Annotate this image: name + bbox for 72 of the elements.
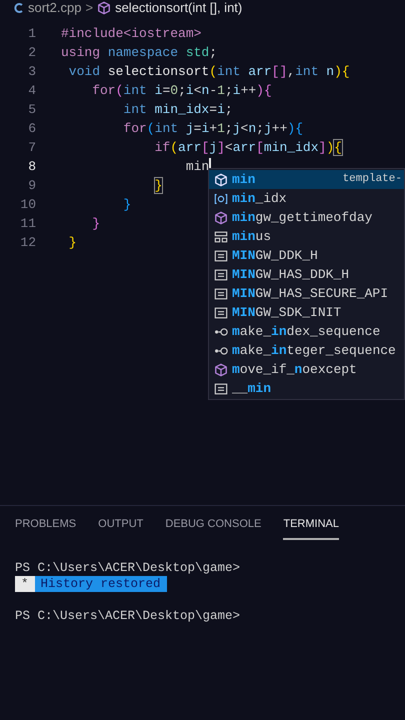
code-line: min: [184, 158, 210, 176]
constant-icon: [214, 306, 228, 320]
suggestion-label: minus: [232, 228, 272, 246]
line-number: 9: [27, 177, 37, 195]
history-notice: History restored: [34, 576, 167, 592]
line-number: 6: [27, 120, 37, 138]
suggestion-item[interactable]: make_integer_sequence: [209, 341, 404, 360]
line-number: 5: [27, 101, 37, 119]
line-number: 7: [27, 139, 37, 157]
constant-icon: [214, 248, 228, 262]
suggestion-item[interactable]: __min: [209, 379, 404, 398]
suggestion-label: min_idx: [232, 190, 287, 208]
cube-icon: [214, 362, 228, 376]
panel-tab[interactable]: OUTPUT: [98, 516, 144, 540]
code-line: }: [91, 215, 100, 233]
breadcrumb-file[interactable]: sort2.cpp: [28, 0, 82, 18]
suggestion-label: move_if_noexcept: [232, 360, 357, 379]
notice-mark: *: [15, 576, 35, 592]
suggestion-label: make_index_sequence: [232, 322, 380, 341]
suggestion-item[interactable]: min template-: [209, 170, 404, 189]
line-number: 1: [27, 25, 37, 43]
line-number: 8: [27, 158, 37, 176]
code-line: if(arr[j]<arr[min_idx]){: [154, 139, 342, 157]
suggestion-item[interactable]: move_if_noexcept: [209, 360, 404, 379]
suggestion-label: make_integer_sequence: [232, 342, 396, 360]
terminal-prompt: PS C:\Users\ACER\Desktop\game>: [15, 608, 242, 624]
suggestion-label: __min: [232, 380, 272, 398]
suggestion-item[interactable]: make_index_sequence: [209, 322, 404, 341]
constant-icon: [214, 268, 228, 282]
code-line: for(int i=0;i<n-1;i++){: [91, 82, 272, 100]
panel-tab[interactable]: TERMINAL: [283, 516, 339, 540]
suggestion-label: mingw_gettimeofday: [232, 208, 372, 227]
cube-icon: [97, 1, 112, 15]
terminal-prompt: PS C:\Users\ACER\Desktop\game>: [15, 560, 242, 576]
suggestion-label: MINGW_SDK_INIT: [232, 304, 342, 322]
line-number: 2: [27, 44, 37, 62]
code-line: #include<iostream>: [61, 25, 202, 43]
panel-tab[interactable]: DEBUG CONSOLE: [165, 516, 262, 540]
line-number: 3: [27, 63, 37, 81]
suggestion-detail: template-: [342, 172, 403, 188]
code-line: void selectionsort(int arr[],int n){: [68, 63, 350, 81]
panel-tab[interactable]: PROBLEMS: [15, 516, 76, 540]
cube-icon: [214, 210, 228, 224]
suggestion-label: min: [232, 170, 256, 189]
variable-icon: [214, 192, 228, 206]
line-number: 4: [27, 82, 37, 100]
suggestion-item[interactable]: mingw_gettimeofday: [209, 208, 404, 227]
line-number: 12: [19, 234, 37, 252]
cube-icon: [214, 172, 228, 186]
suggestion-item[interactable]: min_idx: [209, 189, 404, 208]
breadcrumb-symbol[interactable]: selectionsort(int [], int): [115, 0, 242, 18]
suggestion-item[interactable]: MINGW_DDK_H: [209, 246, 404, 265]
line-number: 10: [19, 196, 37, 214]
line-number: 11: [19, 215, 37, 233]
breadcrumb-separator: >: [85, 0, 94, 18]
code-line: int min_idx=i;: [122, 101, 233, 119]
code-line: }: [122, 196, 132, 214]
suggestion-label: MINGW_DDK_H: [232, 246, 318, 265]
suggestion-item[interactable]: MINGW_HAS_DDK_H: [209, 265, 404, 284]
code-line: }: [68, 234, 77, 252]
suggestion-item[interactable]: MINGW_HAS_SECURE_API: [209, 284, 404, 303]
cpp-file-icon: [14, 2, 24, 14]
constant-icon: [214, 286, 228, 300]
suggestion-item[interactable]: minus: [209, 227, 404, 246]
code-line: }: [154, 177, 162, 195]
struct-icon: [214, 230, 228, 244]
suggestion-item[interactable]: MINGW_SDK_INIT: [209, 303, 404, 322]
suggestion-label: MINGW_HAS_DDK_H: [232, 266, 350, 284]
constant-icon: [214, 382, 228, 396]
code-line: using namespace std;: [61, 44, 218, 62]
suggestion-label: MINGW_HAS_SECURE_API: [232, 284, 388, 303]
code-line: for(int j=i+1;j<n;j++){: [122, 120, 303, 138]
